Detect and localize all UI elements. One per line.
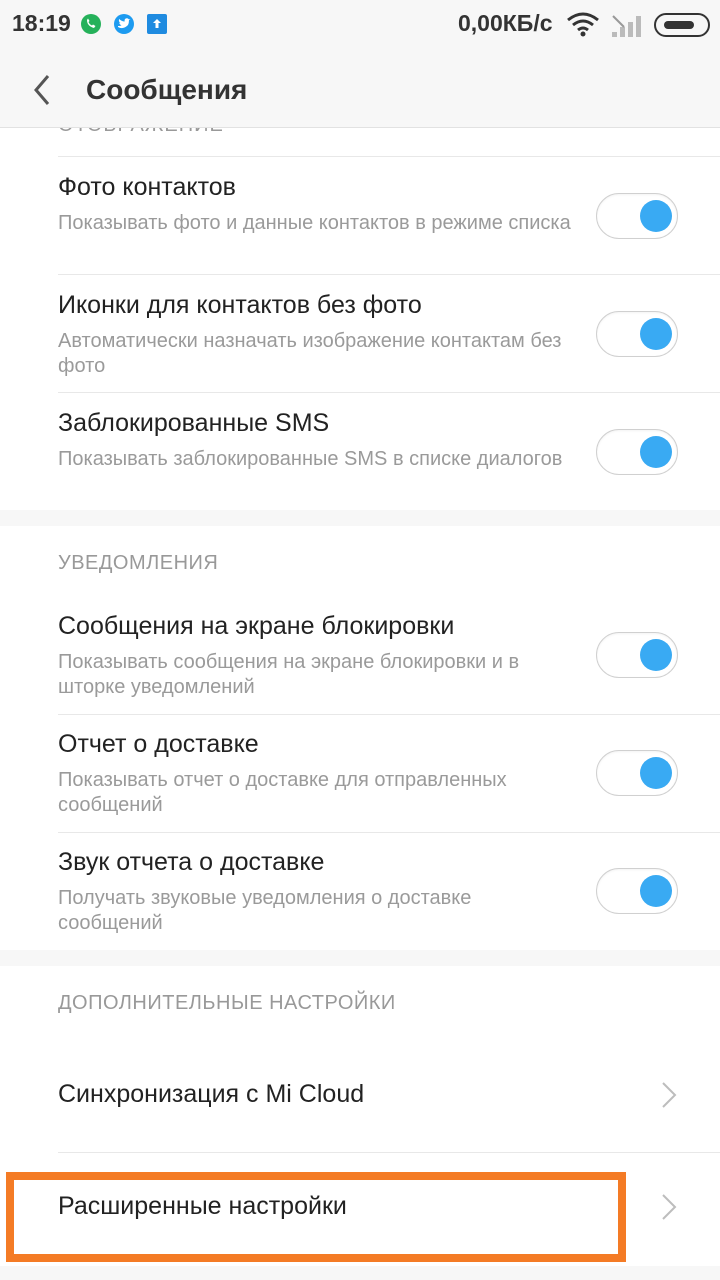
toggle-knob	[640, 639, 672, 671]
back-button[interactable]	[28, 72, 60, 108]
nav-row-mi-cloud-sync[interactable]: Синхронизация с Mi Cloud	[0, 1036, 720, 1152]
toggle-knob	[640, 757, 672, 789]
toggle-knob	[640, 200, 672, 232]
setting-row-lockscreen-messages[interactable]: Сообщения на экране блокировки Показыват…	[0, 596, 720, 714]
status-time: 18:19	[12, 10, 71, 36]
setting-subtitle: Автоматически назначать изображение конт…	[58, 330, 562, 377]
highlight-box	[6, 1172, 626, 1262]
setting-subtitle: Показывать сообщения на экране блокировк…	[58, 651, 520, 698]
chevron-right-icon	[662, 1082, 677, 1108]
nav-title: Синхронизация с Mi Cloud	[58, 1080, 365, 1108]
setting-title: Фото контактов	[58, 173, 236, 201]
setting-row-delivery-sound[interactable]: Звук отчета о доставке Получать звуковые…	[0, 832, 720, 950]
toggle-switch[interactable]	[596, 429, 678, 475]
app-header: Сообщения	[0, 52, 720, 128]
setting-title: Звук отчета о доставке	[58, 848, 325, 876]
toggle-switch[interactable]	[596, 193, 678, 239]
settings-list[interactable]: ОТОБРАЖЕНИЕ Фото контактов Показывать фо…	[0, 128, 720, 1280]
setting-row-delivery-report[interactable]: Отчет о доставке Показывать отчет о дост…	[0, 714, 720, 832]
status-bar: 18:19 0,00КБ/с	[0, 0, 720, 52]
setting-subtitle: Показывать отчет о доставке для отправле…	[58, 769, 507, 816]
toggle-knob	[640, 875, 672, 907]
twitter-icon	[114, 14, 134, 34]
setting-title: Сообщения на экране блокировки	[58, 612, 455, 640]
network-speed: 0,00КБ/с	[458, 10, 553, 36]
setting-title: Отчет о доставке	[58, 730, 259, 758]
toggle-switch[interactable]	[596, 868, 678, 914]
setting-title: Иконки для контактов без фото	[58, 291, 422, 319]
toggle-switch[interactable]	[596, 632, 678, 678]
chevron-right-icon	[662, 1194, 677, 1220]
section-header-advanced: ДОПОЛНИТЕЛЬНЫЕ НАСТРОЙКИ	[58, 992, 396, 1014]
toggle-switch[interactable]	[596, 311, 678, 357]
toggle-knob	[640, 318, 672, 350]
upload-icon	[147, 14, 167, 34]
battery-icon	[654, 13, 710, 37]
wifi-icon	[567, 12, 599, 37]
signal-icon	[612, 15, 641, 37]
page-title: Сообщения	[86, 74, 248, 105]
setting-row-blocked-sms[interactable]: Заблокированные SMS Показывать заблокиро…	[0, 393, 720, 510]
toggle-knob	[640, 436, 672, 468]
display-section: ОТОБРАЖЕНИЕ Фото контактов Показывать фо…	[0, 128, 720, 510]
section-header-display: ОТОБРАЖЕНИЕ	[58, 128, 224, 137]
setting-subtitle: Показывать фото и данные контактов в реж…	[58, 212, 571, 234]
setting-subtitle: Получать звуковые уведомления о доставке…	[58, 887, 472, 934]
whatsapp-icon	[81, 14, 101, 34]
toggle-switch[interactable]	[596, 750, 678, 796]
setting-subtitle: Показывать заблокированные SMS в списке …	[58, 448, 563, 470]
section-header-notifications: УВЕДОМЛЕНИЯ	[58, 552, 219, 574]
notifications-section: УВЕДОМЛЕНИЯ Сообщения на экране блокиров…	[0, 526, 720, 950]
setting-title: Заблокированные SMS	[58, 409, 330, 437]
setting-row-contact-photos[interactable]: Фото контактов Показывать фото и данные …	[0, 157, 720, 275]
setting-row-contact-icons[interactable]: Иконки для контактов без фото Автоматиче…	[0, 275, 720, 393]
